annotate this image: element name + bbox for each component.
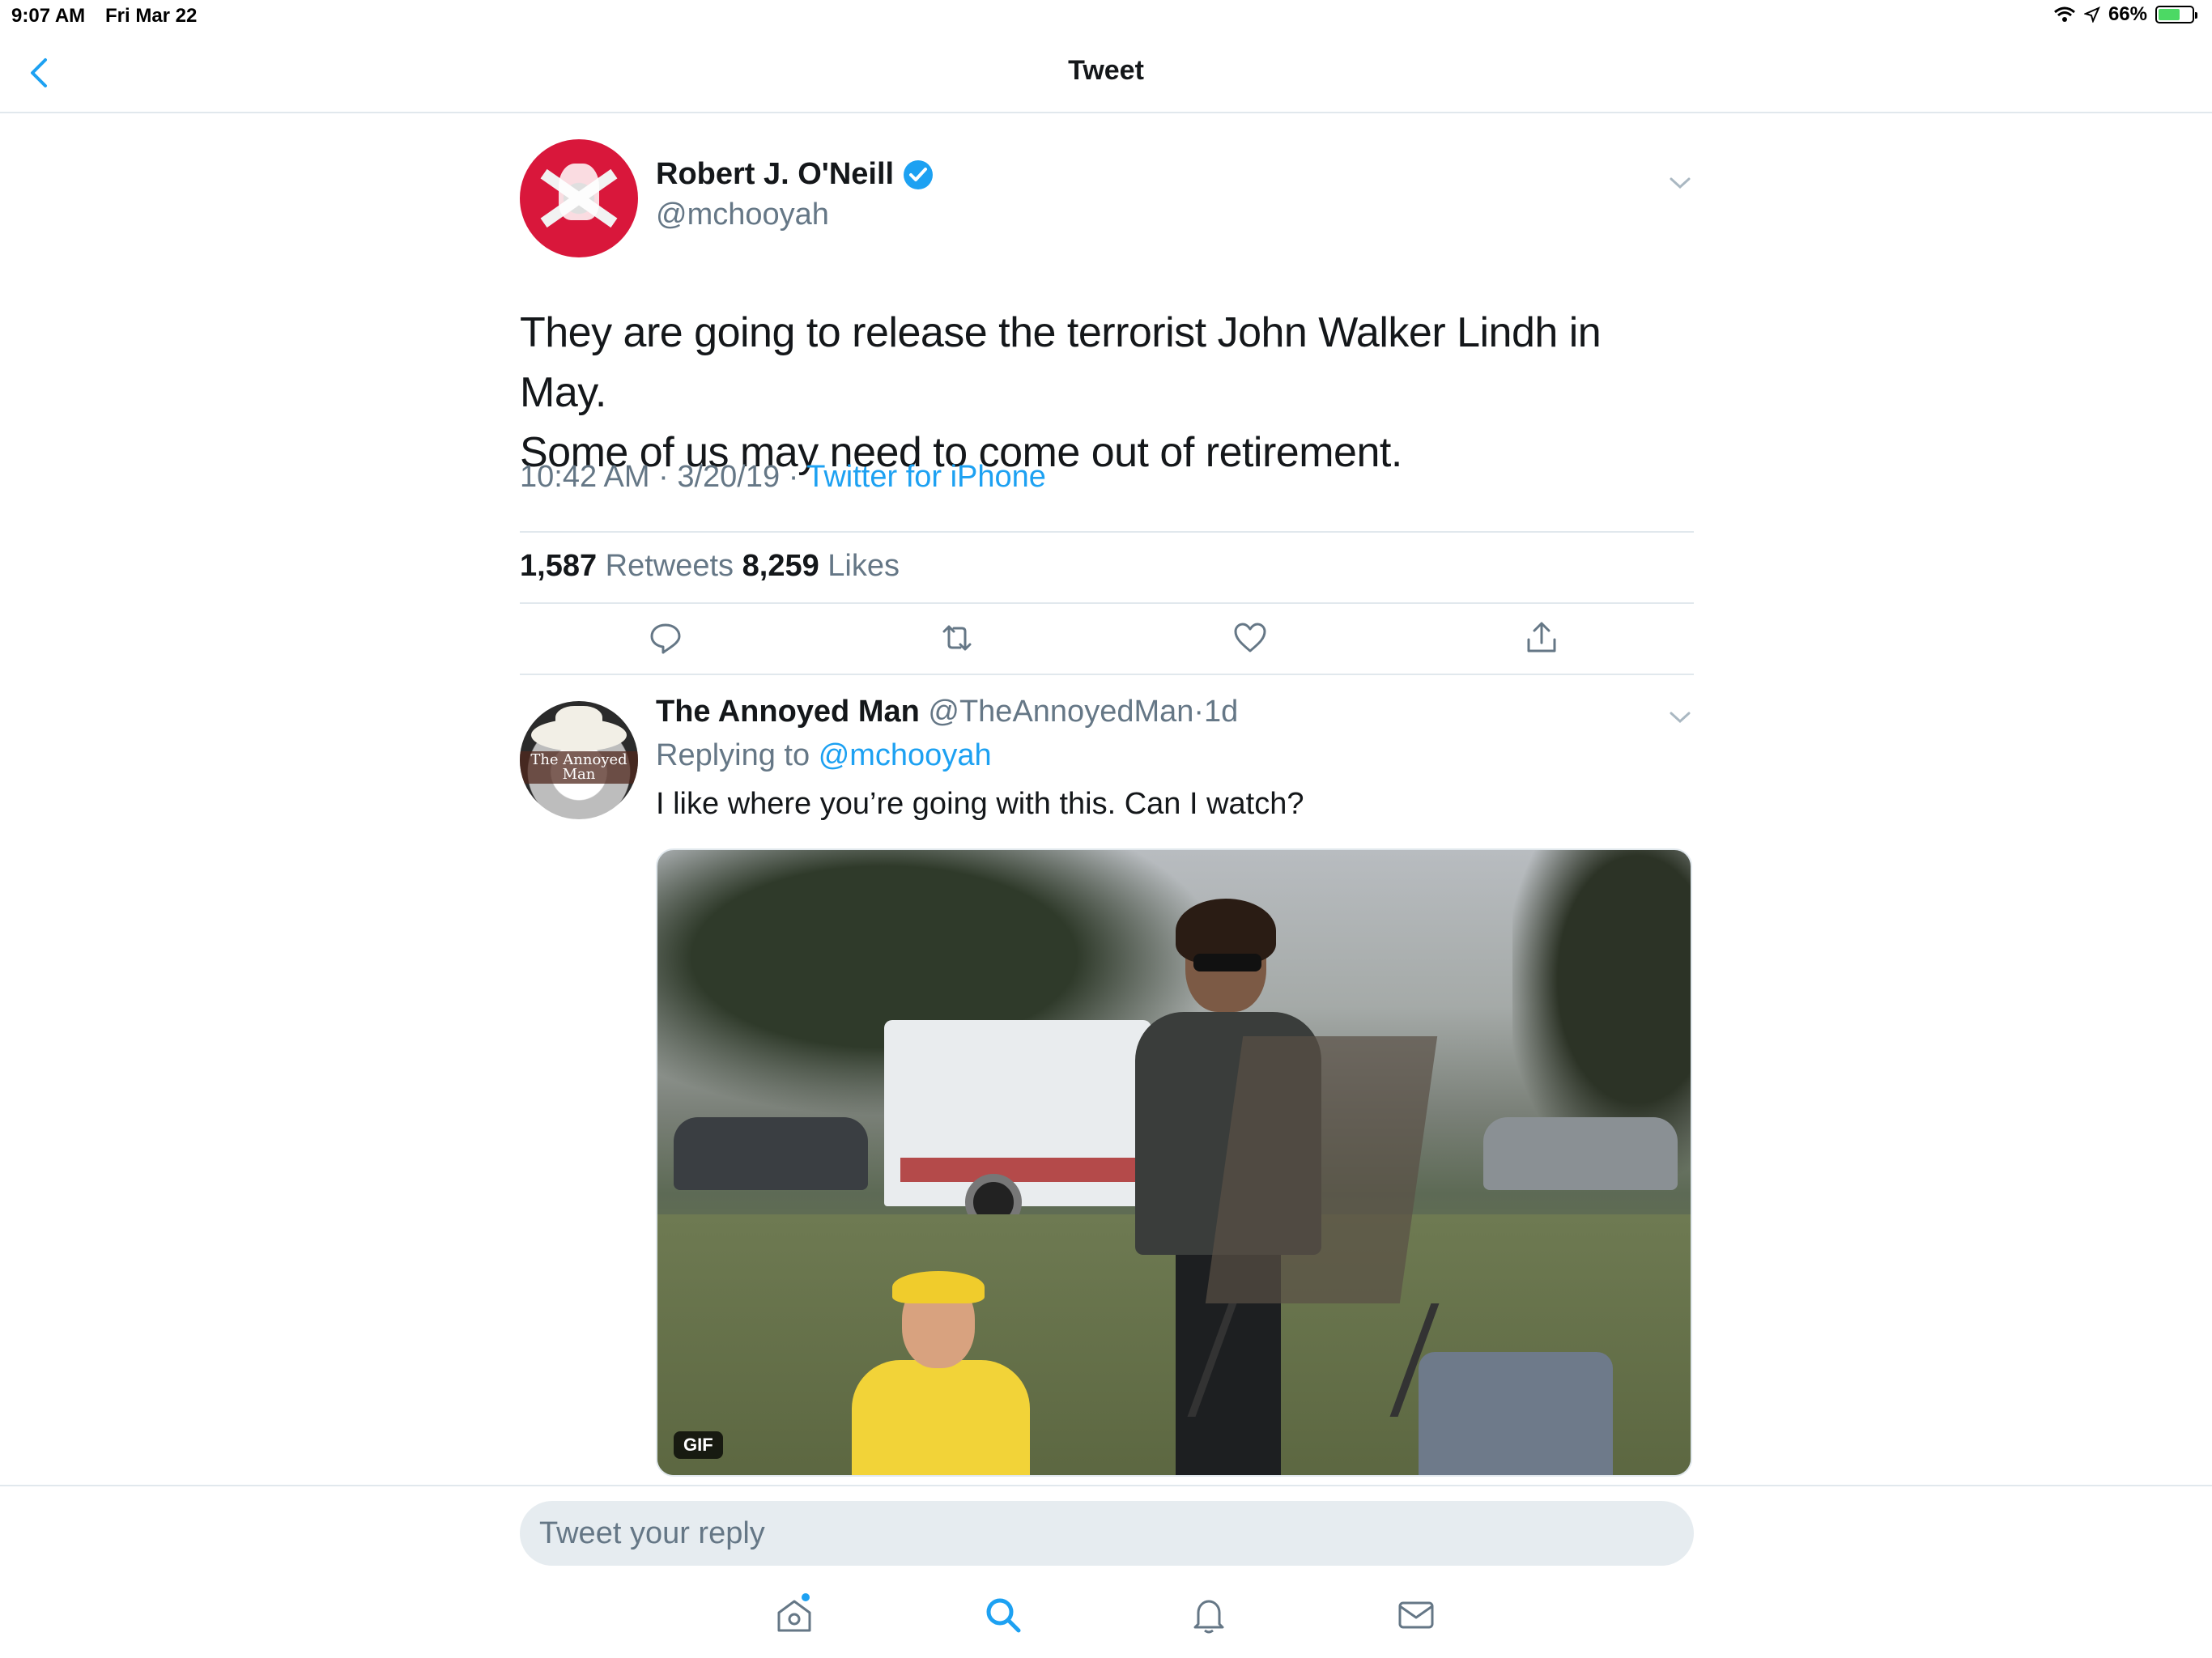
tweet-stats: 1,587 Retweets 8,259 Likes <box>520 549 900 584</box>
likes-count: 8,259 <box>742 549 819 583</box>
notifications-icon[interactable] <box>1189 1595 1229 1635</box>
tweet-text-line: They are going to release the terrorist … <box>520 309 1602 416</box>
meta-separator: · <box>788 460 799 494</box>
reply-header: The Annoyed Man @TheAnnoyedMan·1d <box>656 695 1238 729</box>
gif-man-glasses <box>1193 954 1261 971</box>
reply-avatar[interactable]: The Annoyed Man <box>520 701 638 819</box>
battery-fill <box>2159 9 2180 20</box>
tweet-source-link[interactable]: Twitter for iPhone <box>806 460 1046 494</box>
gif-woman <box>852 1271 1030 1475</box>
avatar[interactable] <box>520 139 638 257</box>
status-indicators: 66% <box>2053 3 2197 26</box>
gif-chair-legs <box>1187 1303 1440 1417</box>
meta-separator: · <box>1193 695 1205 729</box>
tweet-text: They are going to release the terrorist … <box>520 303 1694 483</box>
gif-woman-hat <box>892 1271 985 1303</box>
messages-icon[interactable] <box>1396 1595 1436 1635</box>
author-handle[interactable]: @mchooyah <box>656 198 829 232</box>
gif-truck-stripe <box>900 1158 1135 1182</box>
composer-divider <box>0 1485 2212 1486</box>
replying-to: Replying to @mchooyah <box>656 738 992 773</box>
battery-percent: 66% <box>2108 3 2147 25</box>
reply-gif[interactable]: GIF <box>656 848 1692 1477</box>
nav-title: Tweet <box>1068 55 1144 86</box>
chevron-down-icon[interactable] <box>1668 175 1692 191</box>
nav-bar: Tweet <box>0 32 2212 113</box>
reply-author-handle[interactable]: @TheAnnoyedMan <box>928 695 1193 729</box>
author-name[interactable]: Robert J. O'Neill <box>656 157 894 192</box>
tweet-actions <box>520 620 1694 659</box>
battery-icon <box>2155 6 2197 23</box>
tweet-time: 10:42 AM <box>520 460 650 494</box>
meta-separator: · <box>658 460 669 494</box>
replying-to-handle[interactable]: @mchooyah <box>819 738 992 772</box>
gif-badge: GIF <box>674 1431 723 1459</box>
verified-icon <box>904 159 934 189</box>
likes-label: Likes <box>827 549 900 583</box>
share-icon[interactable] <box>1524 620 1559 656</box>
wifi-icon <box>2053 6 2075 22</box>
divider <box>520 602 1694 604</box>
avatar-skull <box>559 164 599 220</box>
author-name-row[interactable]: Robert J. O'Neill <box>656 157 934 192</box>
status-time: 9:07 AM <box>11 5 86 27</box>
likes-stat[interactable]: 8,259 Likes <box>742 549 900 583</box>
home-icon[interactable] <box>774 1595 815 1635</box>
reply-icon[interactable] <box>648 620 683 656</box>
search-icon[interactable] <box>983 1595 1023 1635</box>
gif-chair <box>1205 1036 1438 1303</box>
reply-author-name[interactable]: The Annoyed Man <box>656 695 920 729</box>
retweets-stat[interactable]: 1,587 Retweets <box>520 549 742 583</box>
reply-input[interactable] <box>520 1501 1694 1566</box>
retweets-count: 1,587 <box>520 549 598 583</box>
retweet-icon[interactable] <box>939 620 975 656</box>
tweet-date: 3/20/19 <box>677 460 781 494</box>
chevron-down-icon[interactable] <box>1668 709 1692 725</box>
status-date: Fri Mar 22 <box>105 5 198 27</box>
avatar-hat-brim <box>531 719 627 751</box>
reply-age: 1d <box>1204 695 1239 729</box>
divider <box>520 674 1694 675</box>
replying-to-label: Replying to <box>656 738 810 772</box>
location-icon <box>2083 6 2100 23</box>
gif-car <box>1483 1117 1678 1190</box>
home-notification-dot <box>802 1593 810 1601</box>
status-bar: 9:07 AM Fri Mar 22 66% <box>0 0 2212 32</box>
reply-text: I like where you’re going with this. Can… <box>656 787 1304 821</box>
gif-woman-body <box>852 1360 1030 1475</box>
tweet-meta: 10:42 AM · 3/20/19 · Twitter for iPhone <box>520 460 1046 495</box>
avatar-text: The Annoyed Man <box>520 751 638 784</box>
gif-car <box>674 1117 868 1190</box>
divider <box>520 531 1694 533</box>
tweet-author: Robert J. O'Neill @mchooyah <box>520 139 1694 261</box>
heart-icon[interactable] <box>1232 620 1268 656</box>
retweets-label: Retweets <box>605 549 734 583</box>
gif-bag <box>1419 1352 1613 1475</box>
